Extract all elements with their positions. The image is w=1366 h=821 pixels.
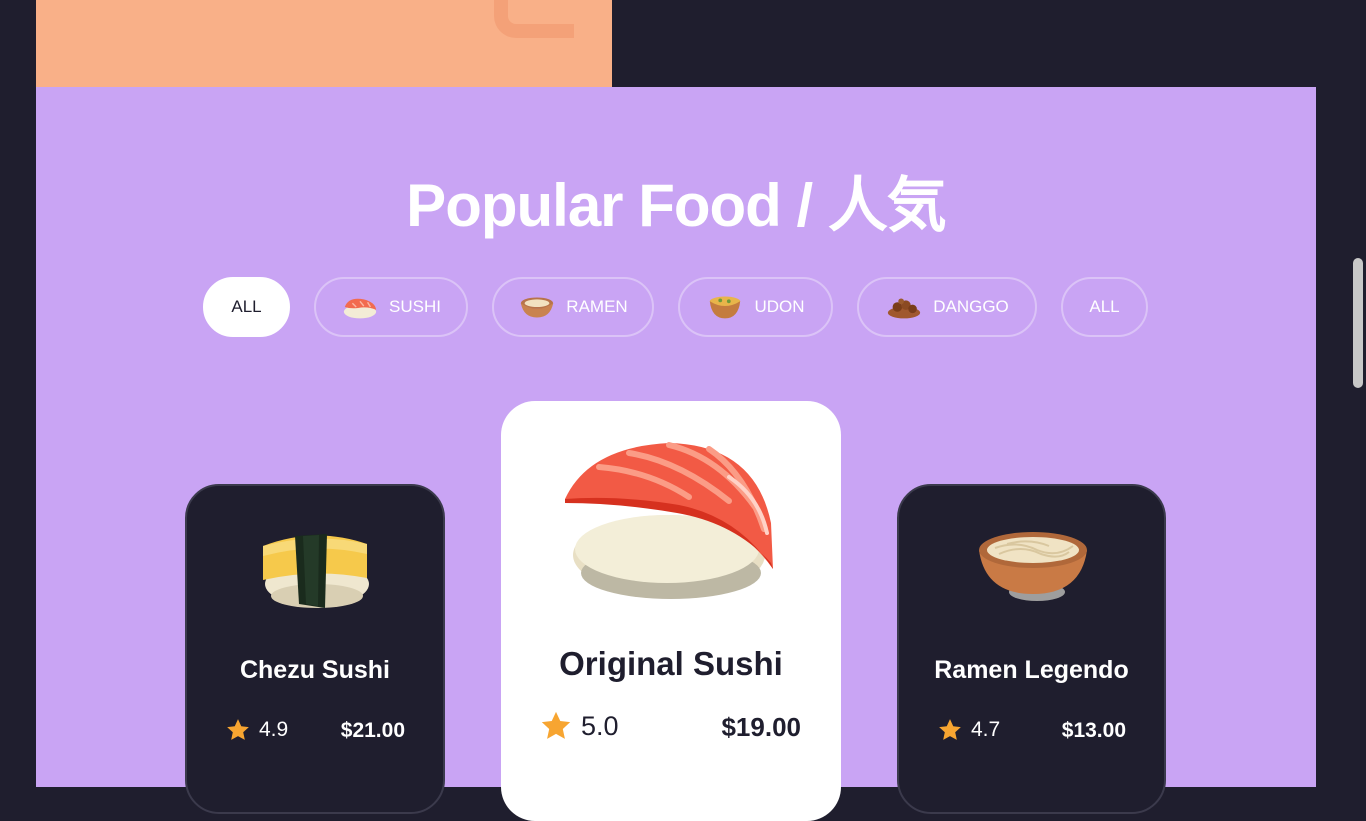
card-title: Chezu Sushi xyxy=(239,656,390,684)
egg-sushi-image xyxy=(263,534,369,608)
filter-label: SUSHI xyxy=(389,297,441,316)
udon-bowl-icon xyxy=(710,296,741,319)
decorative-glyph xyxy=(494,0,574,38)
filter-danggo-button[interactable]: DANGGO xyxy=(857,277,1037,337)
card-title: Ramen Legendo xyxy=(934,656,1129,684)
ramen-bowl-icon xyxy=(521,297,554,318)
filter-label: ALL xyxy=(1089,297,1120,316)
hero-banner xyxy=(36,0,612,87)
rating-value: 4.7 xyxy=(971,718,1001,741)
salmon-sushi-image xyxy=(565,442,773,599)
food-card-original-sushi[interactable]: Original Sushi 5.0 $19.00 xyxy=(501,401,841,821)
card-price: $21.00 xyxy=(340,719,405,742)
filter-all-button-2[interactable]: ALL xyxy=(1061,277,1148,337)
sushi-icon xyxy=(343,298,377,319)
card-rating: 5.0 xyxy=(539,709,619,743)
filter-udon-button[interactable]: UDON xyxy=(678,277,833,337)
card-price: $13.00 xyxy=(1061,719,1126,742)
card-rating: 4.9 xyxy=(225,717,288,743)
filter-label: ALL xyxy=(231,297,262,316)
food-card-chezu-sushi[interactable]: Chezu Sushi 4.9 $21.00 xyxy=(185,484,445,814)
popular-food-section: Popular Food / 人気 ALL SUSHI RAMEN UDON D… xyxy=(36,87,1316,821)
filter-sushi-button[interactable]: SUSHI xyxy=(314,277,468,337)
star-icon xyxy=(939,719,961,740)
filter-ramen-button[interactable]: RAMEN xyxy=(492,277,654,337)
card-rating: 4.7 xyxy=(937,717,1000,743)
ramen-bowl-image xyxy=(979,532,1087,601)
scrollbar-thumb[interactable] xyxy=(1353,258,1363,388)
card-price: $19.00 xyxy=(721,712,801,742)
star-icon xyxy=(541,711,571,739)
star-icon xyxy=(227,719,249,740)
rating-value: 4.9 xyxy=(259,718,289,741)
food-card-ramen-legendo[interactable]: Ramen Legendo 4.7 $13.00 xyxy=(897,484,1166,814)
filter-label: DANGGO xyxy=(933,297,1009,316)
filter-label: RAMEN xyxy=(566,297,628,316)
danggo-dish-icon xyxy=(888,298,921,319)
rating-value: 5.0 xyxy=(581,710,619,741)
filter-label: UDON xyxy=(754,297,805,316)
section-title: Popular Food / 人気 xyxy=(406,172,947,239)
card-title: Original Sushi xyxy=(559,645,783,682)
filter-all-button[interactable]: ALL xyxy=(203,277,290,337)
